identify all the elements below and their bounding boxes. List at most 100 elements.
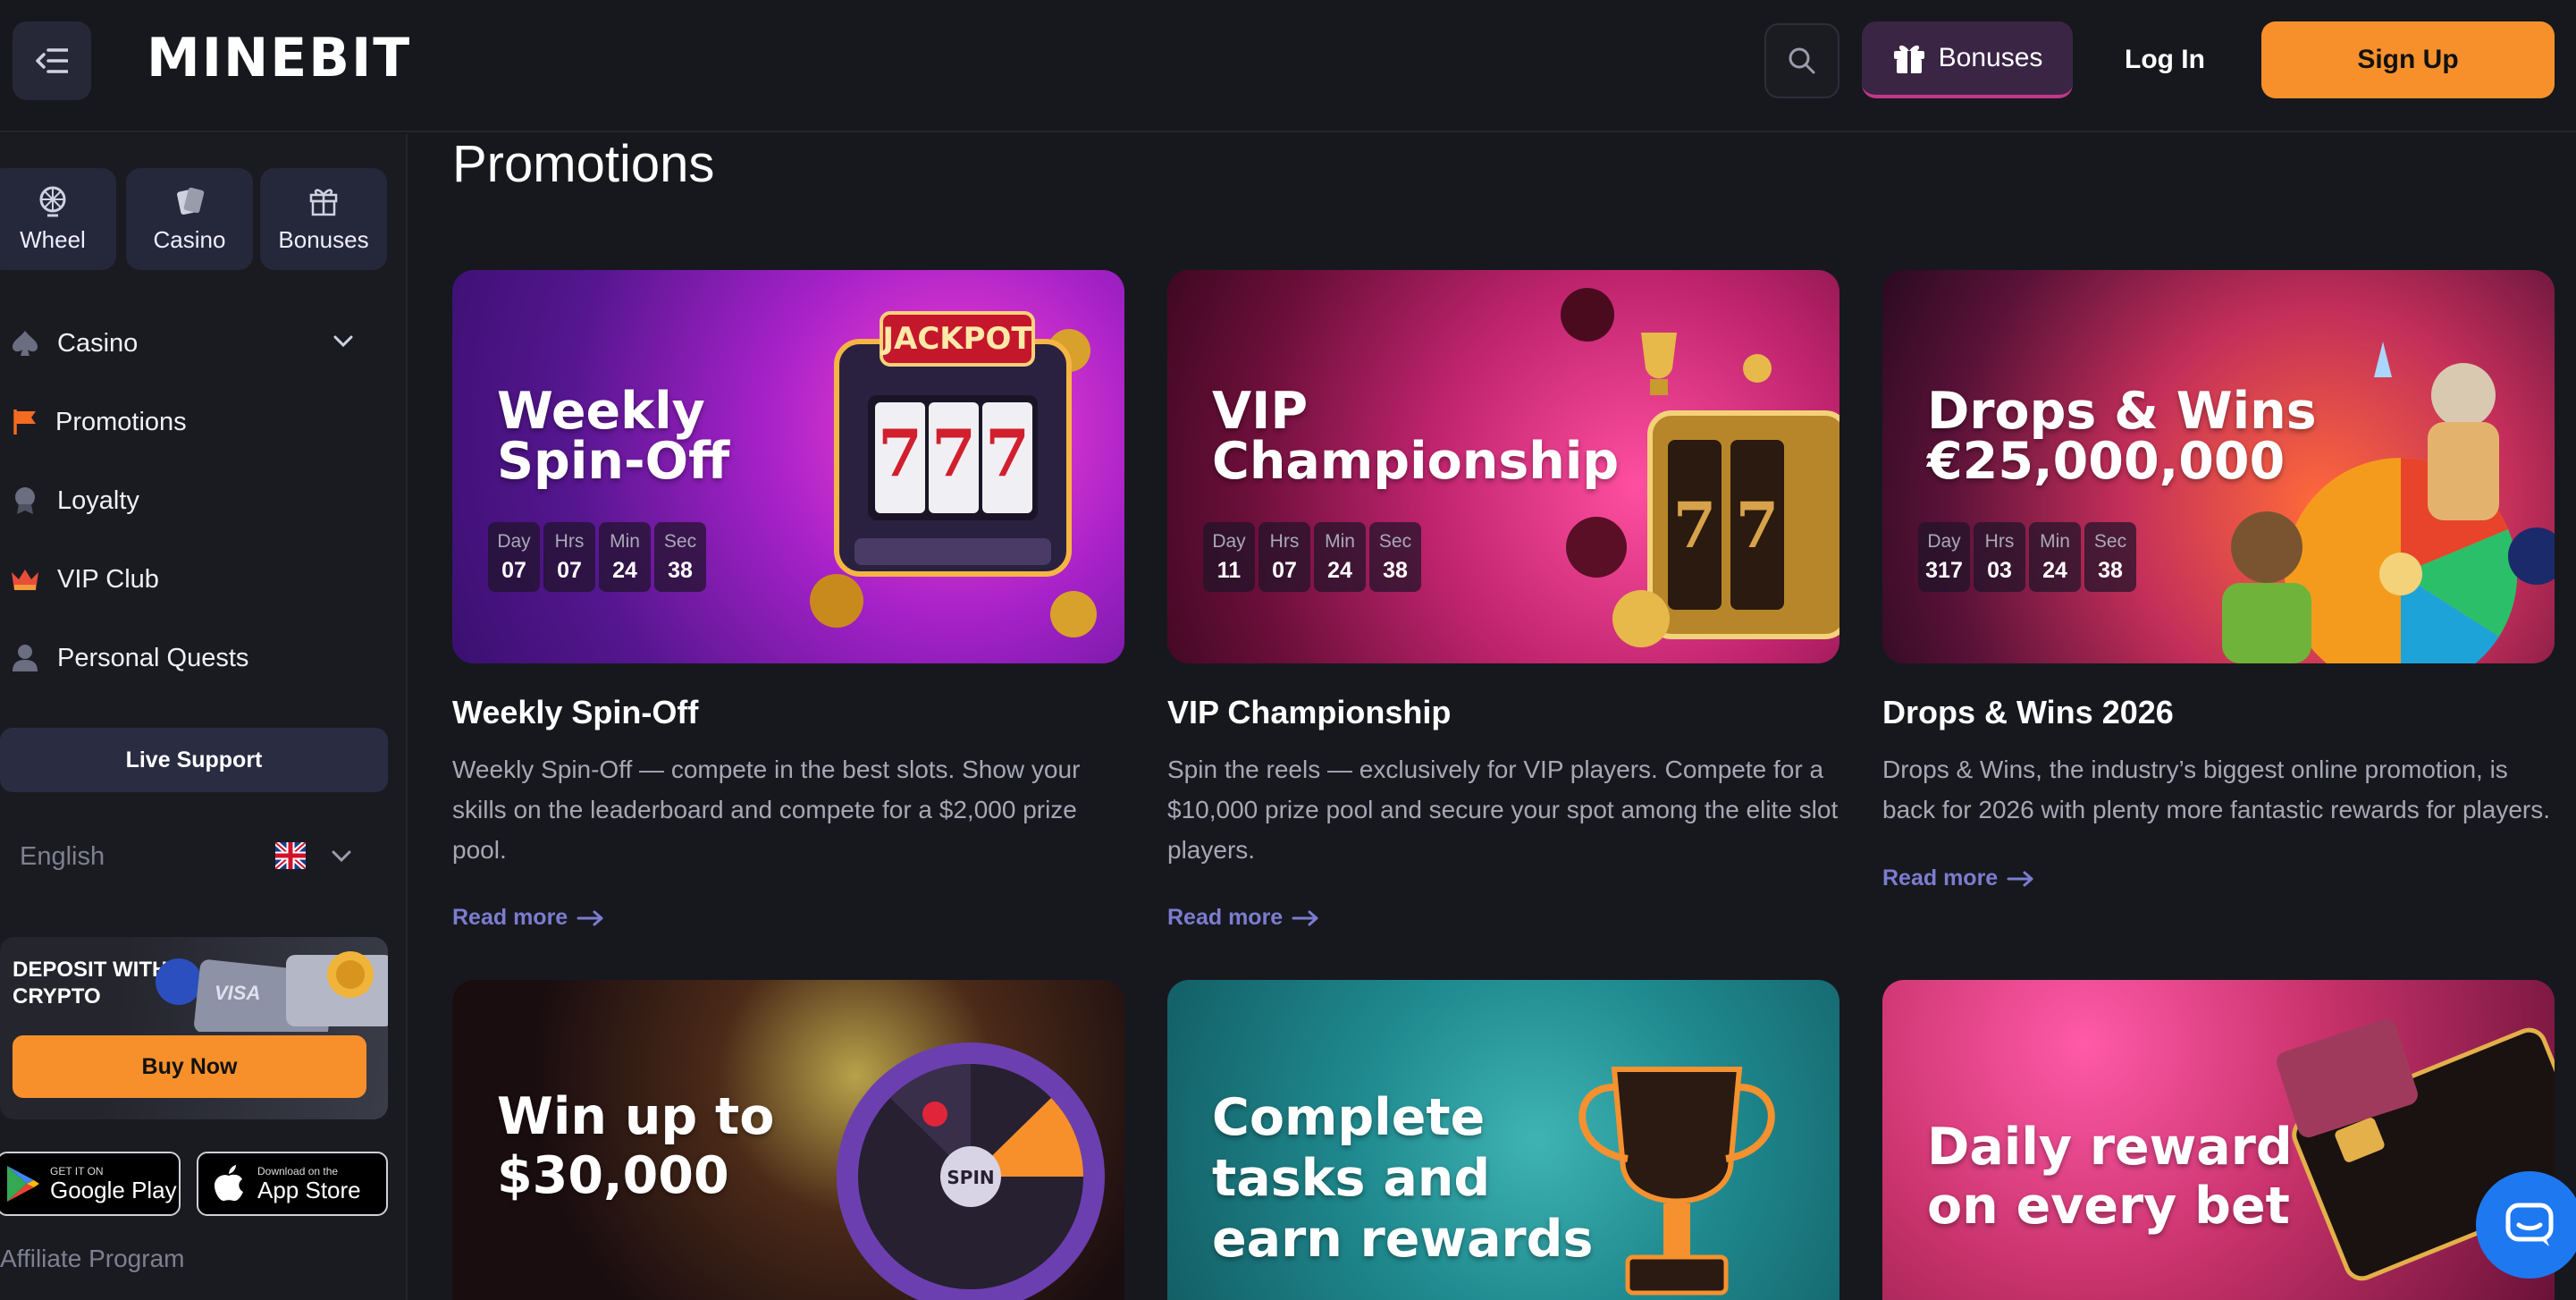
sidebar: Wheel Casino Bonuses Casino Promotions L…	[0, 134, 408, 1300]
countdown-timer: Day 07 Hrs 07 Min 24 Sec 38	[488, 522, 706, 592]
affiliate-program-link[interactable]: Affiliate Program	[0, 1245, 184, 1273]
quick-link-label: Wheel	[20, 225, 86, 253]
search-icon	[1789, 47, 1815, 74]
nav-item-loyalty[interactable]: Loyalty	[0, 469, 384, 533]
read-more-link[interactable]: Read more	[452, 905, 605, 931]
buy-now-button[interactable]: Buy Now	[13, 1035, 366, 1098]
user-icon	[9, 642, 41, 674]
crypto-cards-illustration: VISA	[156, 951, 388, 1032]
site-logo[interactable]: MINEBIT	[147, 27, 411, 89]
bonuses-button[interactable]: Bonuses	[1862, 21, 2073, 98]
promo-card-description: Spin the reels — exclusively for VIP pla…	[1167, 756, 1839, 864]
arrow-right-icon	[1292, 910, 1318, 925]
quick-link-label: Casino	[153, 225, 226, 253]
promo-card-vip-championship[interactable]: 7 7 VIP Championship Day 11 Hrs 07 Min 24 S…	[1167, 270, 1839, 930]
gift-icon	[1893, 45, 1924, 73]
svg-text:7: 7	[878, 415, 922, 491]
nav-item-label: Loyalty	[57, 485, 139, 515]
quick-link-casino[interactable]: Casino	[126, 168, 253, 270]
language-value: English	[20, 841, 105, 871]
nav-item-label: Promotions	[55, 407, 187, 436]
google-play-icon	[7, 1166, 39, 1202]
nav-item-promotions[interactable]: Promotions	[0, 390, 384, 454]
arrow-right-icon	[577, 910, 603, 925]
read-more-link[interactable]: Read more	[1167, 905, 1320, 931]
svg-text:7: 7	[985, 415, 1030, 491]
app-store-small: Download on the	[257, 1165, 339, 1178]
read-more-label: Read more	[1167, 905, 1284, 930]
bonuses-label: Bonuses	[1938, 43, 2043, 72]
promo-card-complete-tasks[interactable]: Complete tasks and earn rewards	[1167, 980, 1839, 1300]
promo-banner[interactable]: Daily reward on every bet	[1882, 980, 2555, 1300]
promo-banner-title: Daily reward on every bet	[1927, 1118, 2293, 1236]
promo-card-description: Drops & Wins, the industry’s biggest onl…	[1882, 756, 2551, 823]
language-select[interactable]: English	[0, 823, 388, 891]
search-button[interactable]	[1764, 23, 1839, 98]
google-play-small: GET IT ON	[50, 1165, 104, 1178]
app-store-button[interactable]: Download on the App Store	[197, 1152, 388, 1216]
svg-text:7: 7	[931, 415, 976, 491]
promo-card-title: VIP Championship	[1167, 694, 1452, 730]
apple-icon	[215, 1165, 243, 1202]
promo-banner-title: Weekly Spin-Off	[497, 382, 730, 491]
promo-banner[interactable]: SPIN Win up to $30,000	[452, 980, 1124, 1300]
promo-card-weekly-spin-off[interactable]: JACKPOT 7 7 7 Weekly Spin-Off Day 07 Hrs 0…	[452, 270, 1124, 930]
quick-link-label: Bonuses	[278, 225, 369, 253]
promo-banner-title: VIP Championship	[1212, 382, 1620, 491]
promo-banner[interactable]: Complete tasks and earn rewards	[1167, 980, 1839, 1300]
svg-text:7: 7	[1673, 488, 1717, 562]
promo-card-win-up-to[interactable]: SPIN Win up to $30,000	[452, 980, 1124, 1300]
svg-text:7: 7	[1736, 488, 1780, 562]
collapse-menu-icon	[36, 48, 68, 73]
gift-icon	[309, 188, 338, 215]
uk-flag-icon	[275, 842, 306, 869]
crypto-deposit-card: DEPOSIT WITH CRYPTO VISA Buy Now	[0, 937, 388, 1119]
medal-icon	[9, 485, 41, 517]
chat-icon	[2505, 1203, 2554, 1246]
collapse-menu-button[interactable]	[13, 21, 91, 100]
promo-card-title: Weekly Spin-Off	[452, 694, 699, 730]
promo-banner-title: Win up to $30,000	[497, 1087, 775, 1205]
nav-item-label: Personal Quests	[57, 643, 249, 672]
wheel-of-fortune-illustration	[2222, 342, 2555, 663]
signup-button[interactable]: Sign Up	[2261, 21, 2555, 98]
top-header: MINEBIT Bonuses Log In Sign Up	[0, 0, 2576, 132]
wheel-icon	[39, 186, 66, 216]
live-chat-button[interactable]	[2476, 1171, 2576, 1279]
nav-item-label: VIP Club	[57, 564, 159, 594]
live-support-button[interactable]: Live Support	[0, 728, 388, 792]
promo-banner[interactable]: Drops & Wins €25,000,000 Day 317 Hrs 03 Mi…	[1882, 270, 2555, 663]
flag-icon	[9, 406, 41, 438]
promo-card-daily-reward[interactable]: Daily reward on every bet	[1882, 980, 2555, 1300]
slot-machine-illustration: JACKPOT 7 7 7	[810, 311, 1097, 637]
spin-wheel-illustration: SPIN	[837, 1043, 1105, 1300]
countdown-timer: Day 11 Hrs 07 Min 24 Sec 38	[1203, 522, 1421, 592]
chevron-down-icon	[333, 335, 353, 348]
nav-item-casino[interactable]: Casino	[0, 311, 384, 376]
read-more-link[interactable]: Read more	[1882, 865, 2035, 891]
arrow-right-icon	[2007, 871, 2033, 886]
promo-card-description: Weekly Spin-Off — compete in the best sl…	[452, 756, 1081, 864]
promo-banner[interactable]: 7 7 VIP Championship Day 11 Hrs 07 Min 24 S…	[1167, 270, 1839, 663]
promo-card-drops-and-wins[interactable]: Drops & Wins €25,000,000 Day 317 Hrs 03 Mi…	[1882, 270, 2555, 891]
read-more-label: Read more	[1882, 865, 1999, 891]
nav-item-label: Casino	[57, 328, 139, 358]
app-store-label: App Store	[257, 1177, 361, 1203]
svg-text:VISA: VISA	[215, 982, 260, 1004]
promo-banner[interactable]: JACKPOT 7 7 7 Weekly Spin-Off Day 07 Hrs 0…	[452, 270, 1124, 663]
page-title: Promotions	[452, 135, 715, 193]
promo-banner-title: Drops & Wins €25,000,000	[1927, 382, 2317, 491]
crown-icon	[9, 563, 41, 595]
countdown-timer: Day 317 Hrs 03 Min 24 Sec 38	[1918, 522, 2136, 592]
login-button[interactable]: Log In	[2097, 21, 2233, 98]
quick-link-bonuses[interactable]: Bonuses	[260, 168, 387, 270]
nav-item-vip-club[interactable]: VIP Club	[0, 547, 384, 612]
cards-icon	[177, 187, 205, 215]
promo-card-title: Drops & Wins 2026	[1882, 694, 2174, 730]
quick-link-wheel[interactable]: Wheel	[0, 168, 116, 270]
chevron-down-icon	[332, 850, 351, 863]
read-more-label: Read more	[452, 905, 568, 930]
google-play-button[interactable]: GET IT ON Google Play	[0, 1152, 181, 1216]
jackpot-text: JACKPOT	[880, 321, 1032, 357]
nav-item-personal-quests[interactable]: Personal Quests	[0, 626, 384, 690]
